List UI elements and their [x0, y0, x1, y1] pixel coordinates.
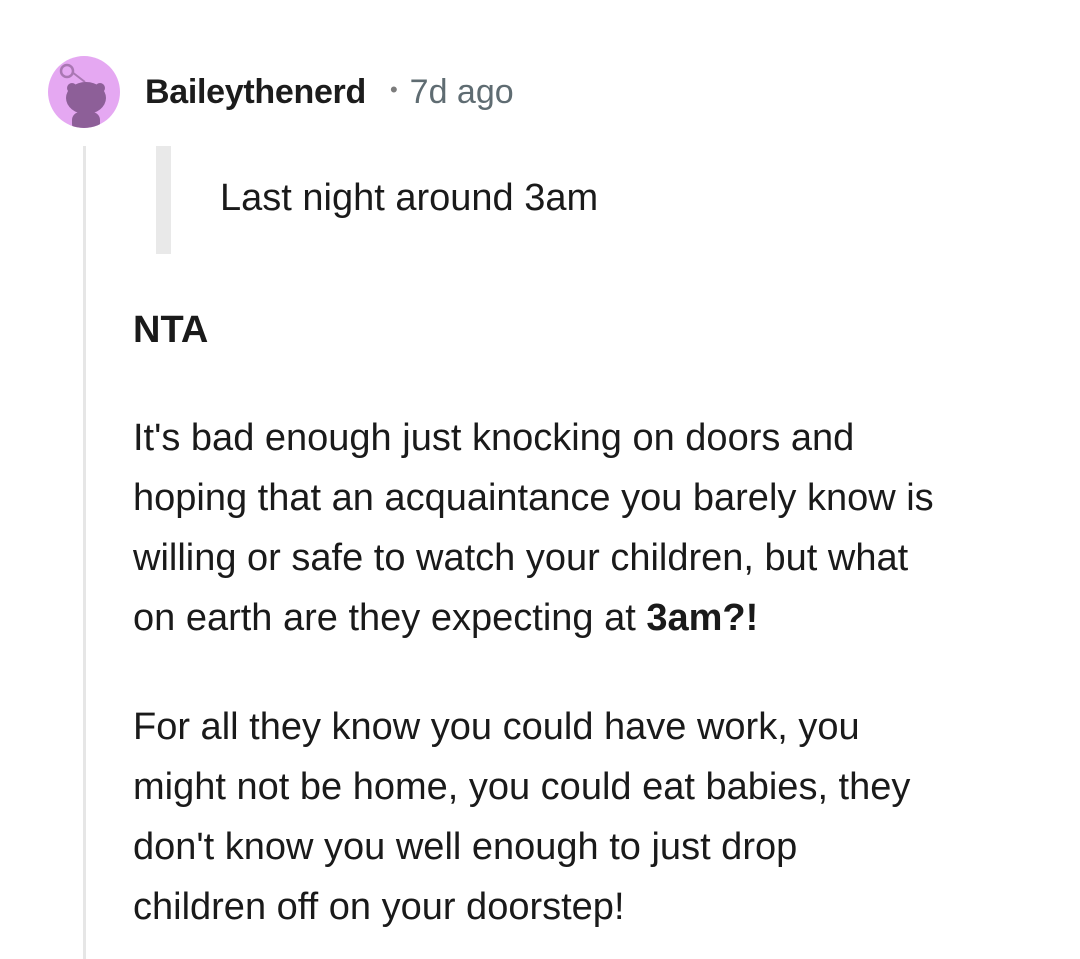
- timestamp[interactable]: 7d ago: [410, 73, 514, 112]
- bold-emphasis: 3am?!: [646, 597, 759, 639]
- paragraph-line: It's bad enough just knocking on doors a…: [133, 417, 855, 459]
- username[interactable]: Baileythenerd: [145, 73, 366, 112]
- comment-header: Baileythenerd • 7d ago: [145, 70, 514, 114]
- paragraph-line: don't know you well enough to just drop: [133, 826, 798, 868]
- snoo-avatar-icon: [59, 63, 106, 128]
- paragraph-line: might not be home, you could eat babies,…: [133, 766, 911, 808]
- blockquote-text: Last night around 3am: [220, 177, 599, 219]
- avatar[interactable]: [48, 56, 120, 128]
- comment-paragraph-2: For all they know you could have work, y…: [133, 697, 1033, 937]
- paragraph-line: willing or safe to watch your children, …: [133, 537, 909, 579]
- comment-paragraph-1: It's bad enough just knocking on doors a…: [133, 408, 1033, 648]
- paragraph-line: on earth are they expecting at 3am?!: [133, 588, 1033, 648]
- paragraph-line-text: on earth are they expecting at: [133, 597, 647, 639]
- meta-separator: •: [389, 77, 398, 102]
- verdict-text: NTA: [133, 309, 209, 351]
- blockquote-bar: [156, 146, 171, 254]
- thread-line[interactable]: [83, 146, 86, 959]
- paragraph-line: For all they know you could have work, y…: [133, 706, 860, 748]
- paragraph-line: children off on your doorstep!: [133, 886, 625, 928]
- paragraph-line: hoping that an acquaintance you barely k…: [133, 477, 934, 519]
